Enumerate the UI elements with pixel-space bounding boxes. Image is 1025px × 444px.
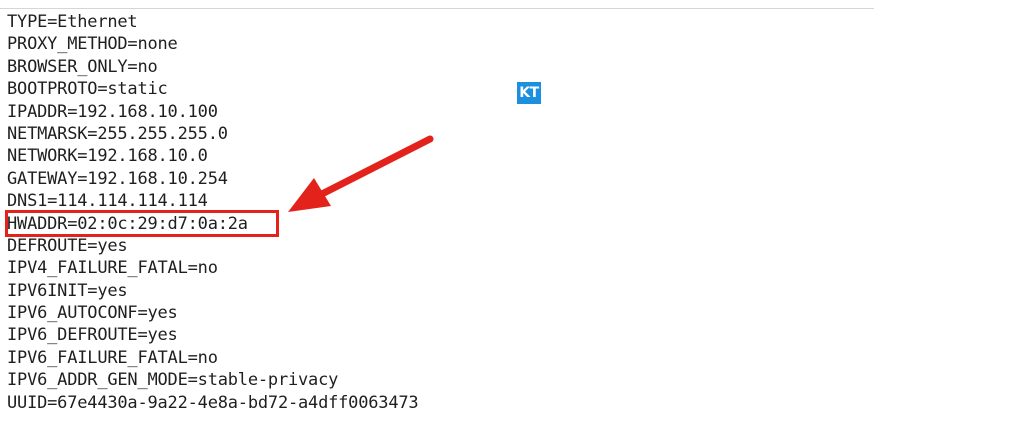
top-divider [0,8,874,9]
config-line-network: NETWORK=192.168.10.0 [7,146,208,167]
config-line-proxy-method: PROXY_METHOD=none [7,34,178,55]
config-line-defroute: DEFROUTE=yes [7,235,128,256]
config-line-netmask: NETMARSK=255.255.255.0 [7,123,228,144]
config-line-ipaddr: IPADDR=192.168.10.100 [7,101,218,122]
config-line-bootproto: BOOTPROTO=static [7,79,168,100]
config-line-ipv6init: IPV6INIT=yes [7,280,128,301]
hwaddr-highlight-box [5,210,279,237]
config-line-type: TYPE=Ethernet [7,12,138,32]
config-line-gateway: GATEWAY=192.168.10.254 [7,168,228,189]
config-line-ipv6-defroute: IPV6_DEFROUTE=yes [7,325,178,346]
config-line-browser-only: BROWSER_ONLY=no [7,56,158,77]
kt-logo-badge: KT [517,82,541,104]
config-line-ipv6-autoconf: IPV6_AUTOCONF=yes [7,303,178,324]
config-line-uuid: UUID=67e4430a-9a22-4e8a-bd72-a4dff006347… [7,392,419,413]
config-line-ipv4-failure-fatal: IPV4_FAILURE_FATAL=no [7,258,218,279]
config-line-ipv6-failure-fatal: IPV6_FAILURE_FATAL=no [7,347,218,368]
config-line-ipv6-addr-gen-mode: IPV6_ADDR_GEN_MODE=stable-privacy [7,370,339,391]
